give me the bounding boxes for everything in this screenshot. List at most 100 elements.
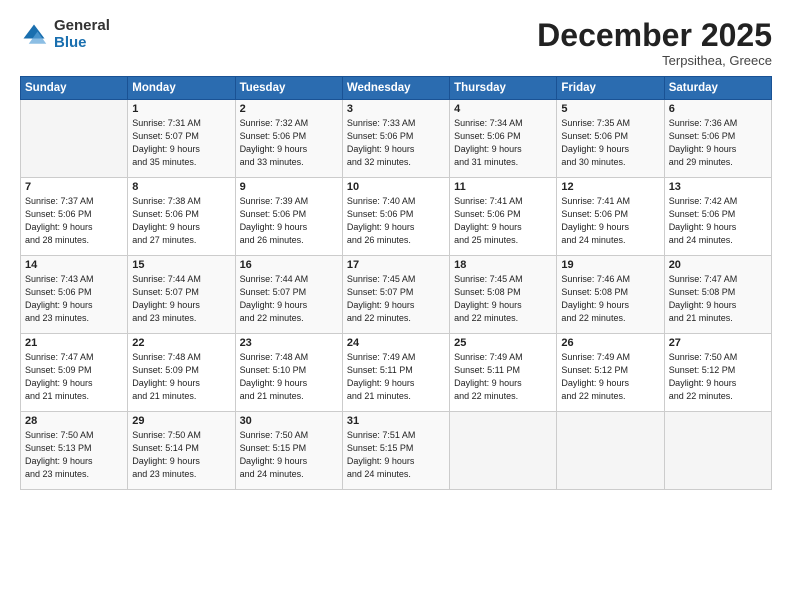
day-number: 31 [347, 415, 445, 427]
logo: General Blue [20, 18, 110, 51]
calendar-cell: 19Sunrise: 7:46 AM Sunset: 5:08 PM Dayli… [557, 256, 664, 334]
calendar-cell: 11Sunrise: 7:41 AM Sunset: 5:06 PM Dayli… [450, 178, 557, 256]
calendar-header: SundayMondayTuesdayWednesdayThursdayFrid… [21, 77, 772, 100]
calendar-week-row: 28 Sunrise: 7:50 AM Sunset: 5:13 PM Dayli… [21, 412, 772, 490]
logo-text: General Blue [54, 18, 110, 51]
calendar-cell: 14 Sunrise: 7:43 AM Sunset: 5:06 PM Dayli… [21, 256, 128, 334]
day-number: 20 [669, 259, 767, 271]
day-number: 28 [25, 415, 123, 427]
location-subtitle: Terpsithea, Greece [537, 53, 772, 68]
calendar-cell: 9 Sunrise: 7:39 AM Sunset: 5:06 PM Daylig… [235, 178, 342, 256]
calendar-cell: 6Sunrise: 7:36 AM Sunset: 5:06 PM Daylig… [664, 100, 771, 178]
weekday-header: Thursday [450, 77, 557, 100]
day-info: Sunrise: 7:44 AM Sunset: 5:07 PM Dayligh… [132, 273, 230, 325]
calendar-cell: 1 Sunrise: 7:31 AM Sunset: 5:07 PM Daylig… [128, 100, 235, 178]
day-info: Sunrise: 7:50 AM Sunset: 5:12 PM Dayligh… [669, 351, 767, 403]
weekday-header: Wednesday [342, 77, 449, 100]
calendar-cell: 5Sunrise: 7:35 AM Sunset: 5:06 PM Daylig… [557, 100, 664, 178]
calendar-cell: 23Sunrise: 7:48 AM Sunset: 5:10 PM Dayli… [235, 334, 342, 412]
calendar-cell: 25 Sunrise: 7:49 AM Sunset: 5:11 PM Dayli… [450, 334, 557, 412]
weekday-header: Tuesday [235, 77, 342, 100]
day-info: Sunrise: 7:37 AM Sunset: 5:06 PM Dayligh… [25, 195, 123, 247]
day-number: 14 [25, 259, 123, 271]
day-info: Sunrise: 7:33 AM Sunset: 5:06 PM Dayligh… [347, 117, 445, 169]
day-number: 21 [25, 337, 123, 349]
day-number: 6 [669, 103, 767, 115]
day-number: 4 [454, 103, 552, 115]
calendar-cell: 20 Sunrise: 7:47 AM Sunset: 5:08 PM Dayli… [664, 256, 771, 334]
day-info: Sunrise: 7:49 AM Sunset: 5:11 PM Dayligh… [347, 351, 445, 403]
day-number: 23 [240, 337, 338, 349]
weekday-header: Saturday [664, 77, 771, 100]
calendar-cell [450, 412, 557, 490]
day-info: Sunrise: 7:31 AM Sunset: 5:07 PM Dayligh… [132, 117, 230, 169]
day-number: 30 [240, 415, 338, 427]
day-info: Sunrise: 7:34 AM Sunset: 5:06 PM Dayligh… [454, 117, 552, 169]
day-number: 3 [347, 103, 445, 115]
day-info: Sunrise: 7:40 AM Sunset: 5:06 PM Dayligh… [347, 195, 445, 247]
calendar-body: 1 Sunrise: 7:31 AM Sunset: 5:07 PM Daylig… [21, 100, 772, 490]
day-info: Sunrise: 7:50 AM Sunset: 5:15 PM Dayligh… [240, 429, 338, 481]
day-number: 11 [454, 181, 552, 193]
calendar-table: SundayMondayTuesdayWednesdayThursdayFrid… [20, 76, 772, 490]
logo-blue: Blue [54, 35, 110, 52]
calendar-cell: 28 Sunrise: 7:50 AM Sunset: 5:13 PM Dayli… [21, 412, 128, 490]
calendar-cell: 7 Sunrise: 7:37 AM Sunset: 5:06 PM Daylig… [21, 178, 128, 256]
day-number: 12 [561, 181, 659, 193]
title-block: December 2025 Terpsithea, Greece [537, 18, 772, 68]
calendar-cell: 24 Sunrise: 7:49 AM Sunset: 5:11 PM Dayli… [342, 334, 449, 412]
day-info: Sunrise: 7:35 AM Sunset: 5:06 PM Dayligh… [561, 117, 659, 169]
day-number: 16 [240, 259, 338, 271]
calendar-cell: 21Sunrise: 7:47 AM Sunset: 5:09 PM Dayli… [21, 334, 128, 412]
day-info: Sunrise: 7:49 AM Sunset: 5:12 PM Dayligh… [561, 351, 659, 403]
day-number: 17 [347, 259, 445, 271]
day-number: 24 [347, 337, 445, 349]
calendar-cell [21, 100, 128, 178]
day-number: 25 [454, 337, 552, 349]
day-info: Sunrise: 7:44 AM Sunset: 5:07 PM Dayligh… [240, 273, 338, 325]
day-number: 1 [132, 103, 230, 115]
day-number: 18 [454, 259, 552, 271]
calendar-cell: 17Sunrise: 7:45 AM Sunset: 5:07 PM Dayli… [342, 256, 449, 334]
calendar-week-row: 7 Sunrise: 7:37 AM Sunset: 5:06 PM Daylig… [21, 178, 772, 256]
calendar-cell: 10Sunrise: 7:40 AM Sunset: 5:06 PM Dayli… [342, 178, 449, 256]
calendar-week-row: 1 Sunrise: 7:31 AM Sunset: 5:07 PM Daylig… [21, 100, 772, 178]
day-number: 13 [669, 181, 767, 193]
calendar-week-row: 21Sunrise: 7:47 AM Sunset: 5:09 PM Dayli… [21, 334, 772, 412]
day-info: Sunrise: 7:49 AM Sunset: 5:11 PM Dayligh… [454, 351, 552, 403]
calendar-cell: 2Sunrise: 7:32 AM Sunset: 5:06 PM Daylig… [235, 100, 342, 178]
day-info: Sunrise: 7:43 AM Sunset: 5:06 PM Dayligh… [25, 273, 123, 325]
calendar-cell: 26 Sunrise: 7:49 AM Sunset: 5:12 PM Dayli… [557, 334, 664, 412]
logo-icon [20, 21, 48, 49]
day-number: 22 [132, 337, 230, 349]
day-info: Sunrise: 7:39 AM Sunset: 5:06 PM Dayligh… [240, 195, 338, 247]
day-number: 27 [669, 337, 767, 349]
day-info: Sunrise: 7:41 AM Sunset: 5:06 PM Dayligh… [561, 195, 659, 247]
calendar-cell [664, 412, 771, 490]
calendar-cell: 15 Sunrise: 7:44 AM Sunset: 5:07 PM Dayli… [128, 256, 235, 334]
calendar-cell: 12 Sunrise: 7:41 AM Sunset: 5:06 PM Dayli… [557, 178, 664, 256]
day-info: Sunrise: 7:50 AM Sunset: 5:13 PM Dayligh… [25, 429, 123, 481]
calendar-cell: 30 Sunrise: 7:50 AM Sunset: 5:15 PM Dayli… [235, 412, 342, 490]
day-number: 15 [132, 259, 230, 271]
day-info: Sunrise: 7:32 AM Sunset: 5:06 PM Dayligh… [240, 117, 338, 169]
calendar-week-row: 14 Sunrise: 7:43 AM Sunset: 5:06 PM Dayli… [21, 256, 772, 334]
day-info: Sunrise: 7:47 AM Sunset: 5:08 PM Dayligh… [669, 273, 767, 325]
calendar-cell: 3 Sunrise: 7:33 AM Sunset: 5:06 PM Daylig… [342, 100, 449, 178]
weekday-row: SundayMondayTuesdayWednesdayThursdayFrid… [21, 77, 772, 100]
day-number: 7 [25, 181, 123, 193]
calendar-cell: 8Sunrise: 7:38 AM Sunset: 5:06 PM Daylig… [128, 178, 235, 256]
day-info: Sunrise: 7:51 AM Sunset: 5:15 PM Dayligh… [347, 429, 445, 481]
day-info: Sunrise: 7:38 AM Sunset: 5:06 PM Dayligh… [132, 195, 230, 247]
page: General Blue December 2025 Terpsithea, G… [0, 0, 792, 612]
calendar-cell: 27 Sunrise: 7:50 AM Sunset: 5:12 PM Dayli… [664, 334, 771, 412]
calendar-cell: 13Sunrise: 7:42 AM Sunset: 5:06 PM Dayli… [664, 178, 771, 256]
day-number: 9 [240, 181, 338, 193]
weekday-header: Monday [128, 77, 235, 100]
day-number: 26 [561, 337, 659, 349]
day-info: Sunrise: 7:48 AM Sunset: 5:09 PM Dayligh… [132, 351, 230, 403]
calendar-cell: 4 Sunrise: 7:34 AM Sunset: 5:06 PM Daylig… [450, 100, 557, 178]
day-info: Sunrise: 7:45 AM Sunset: 5:08 PM Dayligh… [454, 273, 552, 325]
calendar-cell: 18 Sunrise: 7:45 AM Sunset: 5:08 PM Dayli… [450, 256, 557, 334]
header: General Blue December 2025 Terpsithea, G… [20, 18, 772, 68]
